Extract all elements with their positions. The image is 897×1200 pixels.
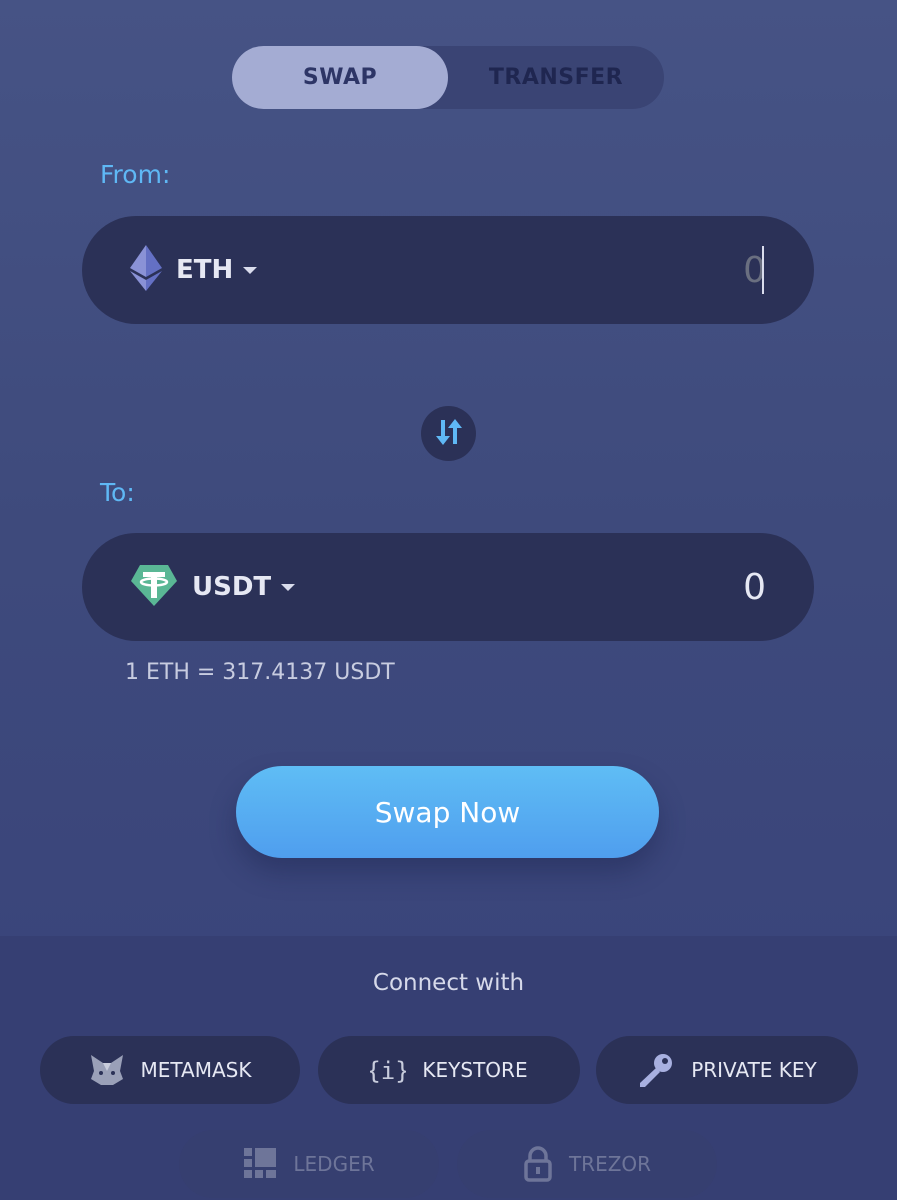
connect-panel: Connect with METAMASK {i} KEYSTORE [0, 936, 897, 1200]
from-token-select[interactable]: ETH [130, 216, 258, 324]
connect-title: Connect with [372, 970, 525, 996]
keystore-label: KEYSTORE [422, 1058, 528, 1082]
to-label: To: [100, 478, 135, 507]
chevron-down-icon [243, 266, 258, 274]
metamask-button[interactable]: METAMASK [40, 1036, 300, 1104]
to-field: USDT 0 [82, 533, 814, 641]
ledger-icon [243, 1147, 277, 1181]
to-token-select[interactable]: USDT [130, 533, 296, 641]
ethereum-icon [130, 245, 162, 295]
from-label: From: [100, 160, 171, 189]
private-key-label: PRIVATE KEY [691, 1058, 817, 1082]
key-icon [637, 1051, 675, 1089]
keystore-braces-icon: {i} [370, 1053, 406, 1087]
from-token-name: ETH [176, 255, 234, 285]
exchange-rate: 1 ETH = 317.4137 USDT [125, 660, 395, 685]
from-field: ETH [82, 216, 814, 324]
mode-tabs: SWAP TRANSFER [232, 46, 664, 109]
lock-icon [523, 1146, 553, 1182]
swap-direction-button[interactable] [421, 406, 476, 461]
chevron-down-icon [281, 583, 296, 591]
tether-icon [130, 563, 178, 611]
fox-icon [89, 1053, 125, 1087]
text-cursor [762, 246, 764, 294]
from-amount-input[interactable] [466, 243, 766, 297]
private-key-button[interactable]: PRIVATE KEY [596, 1036, 858, 1104]
ledger-button[interactable]: LEDGER [179, 1130, 439, 1198]
keystore-button[interactable]: {i} KEYSTORE [318, 1036, 580, 1104]
swap-arrows-icon [434, 418, 464, 450]
trezor-label: TREZOR [568, 1152, 652, 1176]
swap-now-button[interactable]: Swap Now [236, 766, 659, 858]
to-token-name: USDT [192, 572, 272, 602]
trezor-button[interactable]: TREZOR [457, 1130, 717, 1198]
tab-transfer[interactable]: TRANSFER [448, 46, 664, 109]
to-amount-value: 0 [743, 566, 766, 608]
ledger-label: LEDGER [293, 1152, 375, 1176]
metamask-label: METAMASK [140, 1058, 252, 1082]
svg-text:{i}: {i} [370, 1057, 406, 1085]
tab-swap[interactable]: SWAP [232, 46, 448, 109]
